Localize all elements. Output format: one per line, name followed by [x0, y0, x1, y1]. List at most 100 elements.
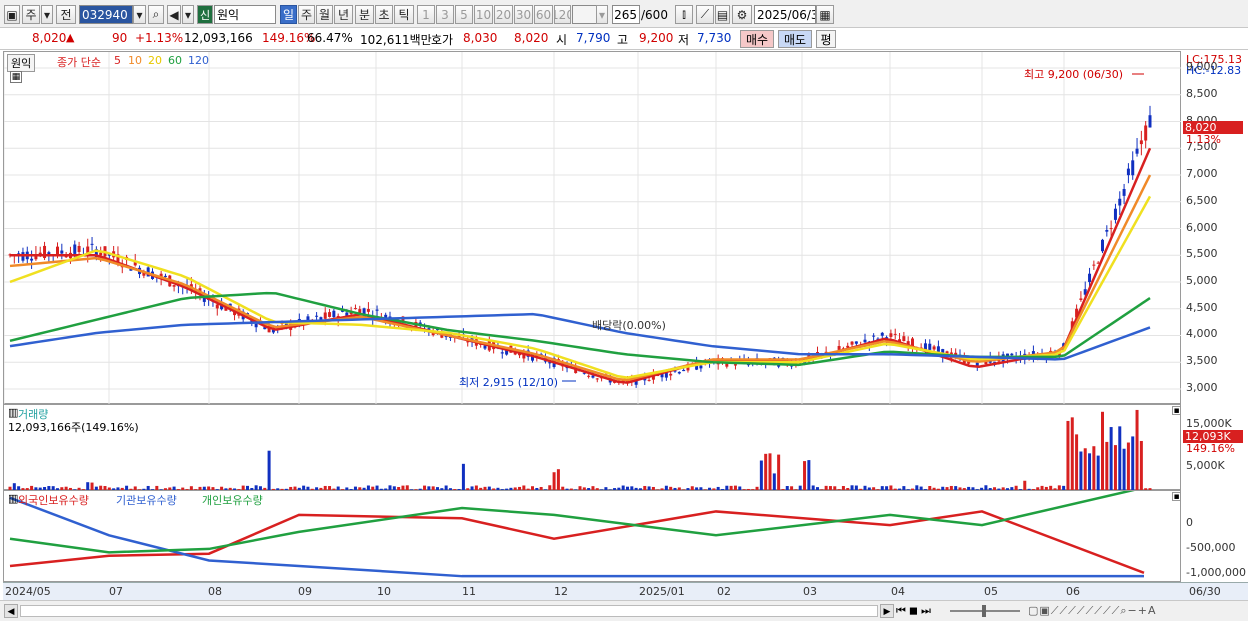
custom-period-input[interactable] [572, 5, 597, 24]
candle-body [215, 304, 219, 309]
date-input[interactable]: 2025/06/30 [754, 5, 816, 24]
price-change-pct: +1.13% [135, 31, 184, 45]
candle-type-icon[interactable]: ⫾ [675, 5, 693, 24]
prev-button[interactable]: 전 [56, 5, 76, 24]
individual-holdings-legend: 개인보유수량 [202, 494, 263, 507]
search-icon[interactable]: ⌕ [148, 5, 164, 24]
ask-price: 8,030 [463, 31, 498, 45]
candle-body [1135, 148, 1139, 154]
candle-body [854, 341, 858, 344]
scroll-left-icon[interactable]: ◀ [4, 604, 18, 618]
minute-30-button[interactable]: 30 [514, 5, 533, 24]
volume-bar [1079, 451, 1083, 491]
playback-controls[interactable]: ⏮◼⏭ [896, 604, 934, 618]
buy-button[interactable]: 매수 [740, 30, 774, 48]
holder-panel-marker: ▥ [8, 492, 19, 505]
scroll-right-icon[interactable]: ▶ [880, 604, 894, 618]
scroll-track[interactable] [20, 605, 878, 617]
price-tick-label: 8,500 [1186, 86, 1218, 100]
volume-bar [1088, 453, 1092, 491]
close-icon[interactable]: ▪ [1172, 406, 1181, 416]
stock-name-field[interactable]: 원익 [214, 5, 276, 24]
minute-5-button[interactable]: 5 [455, 5, 473, 24]
ma-legend-120: 120 [188, 54, 209, 67]
period-tab-week[interactable]: 주 [298, 5, 315, 24]
speaker-icon[interactable]: ◀ [167, 5, 181, 24]
x-label: 05 [984, 585, 998, 598]
candle-body [893, 333, 897, 335]
volume-bar [1139, 440, 1143, 491]
volume-bar [807, 460, 811, 491]
save-icon[interactable]: ▤ [715, 5, 730, 24]
volume-panel-marker: ▥ [8, 406, 19, 419]
candle-body [163, 275, 167, 277]
line-tool-icon[interactable]: ⟋ [696, 5, 714, 24]
candle-body [315, 315, 319, 317]
volume-bar [772, 473, 776, 491]
candle-body [77, 245, 81, 252]
calculator-icon[interactable]: ▦ [10, 71, 22, 83]
calendar-icon[interactable]: ▦ [816, 5, 834, 24]
candle-body [1148, 115, 1152, 128]
layout-icon[interactable]: ▣ [4, 5, 20, 24]
candle-body [1131, 160, 1135, 176]
candle-body [375, 309, 379, 311]
minute-1-button[interactable]: 1 [417, 5, 435, 24]
price-chart-panel[interactable]: 원익 종가 단순 5 10 20 60 120 ▦ 최고 9,200 (06/3… [3, 51, 1182, 405]
candle-body [595, 378, 599, 380]
candle-body [328, 312, 332, 317]
minute-3-button[interactable]: 3 [436, 5, 454, 24]
current-pct-tag: 1.13% [1186, 133, 1221, 146]
dividend-annotation: 배당락(0.00%) [592, 319, 666, 332]
new-badge: 신 [197, 5, 213, 24]
avg-button[interactable]: 평 [816, 30, 836, 48]
volume-y-axis: 15,000K 12,093K 149.16% 5,000K [1181, 404, 1248, 490]
period-tab-tick[interactable]: 틱 [394, 5, 414, 24]
candle-body [928, 343, 932, 350]
code-dropdown-icon[interactable]: ▾ [133, 5, 146, 24]
drawing-tools-icons[interactable]: ▢▣⟋⟋⟋⟋⟋⟋⟋⟋⌕−+A [1028, 604, 1157, 618]
high-price: 9,200 [639, 31, 674, 45]
candle-body [889, 333, 893, 337]
volume-bar [759, 460, 763, 491]
candle-body [1105, 230, 1109, 232]
holder-line-2 [9, 491, 1135, 554]
custom-period-dropdown-icon[interactable]: ▾ [596, 5, 608, 24]
period-tab-day[interactable]: 일 [280, 5, 297, 24]
period-tab-year[interactable]: 년 [334, 5, 353, 24]
volume-bar [1092, 446, 1096, 491]
candle-body [1088, 273, 1092, 283]
scroll-bar[interactable]: ◀ ▶ ⏮◼⏭ ▢▣⟋⟋⟋⟋⟋⟋⟋⟋⌕−+A [0, 600, 1248, 621]
volume-panel[interactable]: ▥ 거래량 12,093,166주(149.16%) ▪ [3, 404, 1181, 491]
minute-60-button[interactable]: 60 [534, 5, 553, 24]
zoom-slider-handle[interactable] [982, 605, 986, 617]
bar-count-input[interactable]: 265 [612, 5, 640, 24]
candle-body [353, 308, 357, 310]
period-tab-minute[interactable]: 분 [355, 5, 374, 24]
period-tab-second[interactable]: 초 [375, 5, 393, 24]
stock-code-input[interactable]: 032940 [79, 5, 133, 24]
code-prefix-button[interactable]: 주 [22, 5, 40, 24]
chevron-down-icon[interactable]: ▾ [41, 5, 53, 24]
period-tab-month[interactable]: 월 [316, 5, 333, 24]
gear-icon[interactable]: ⚙ [732, 5, 752, 24]
close-icon[interactable]: ▪ [1172, 492, 1181, 502]
minute-10-button[interactable]: 10 [474, 5, 493, 24]
candle-body [647, 379, 651, 381]
speaker-dropdown-icon[interactable]: ▾ [182, 5, 194, 24]
sell-button[interactable]: 매도 [778, 30, 812, 48]
high-annotation: 최고 9,200 (06/30) [1024, 68, 1124, 81]
minute-120-button[interactable]: 120 [554, 5, 571, 24]
candle-body [880, 332, 884, 336]
candle-body [1079, 298, 1083, 300]
low-annotation: 최저 2,915 (12/10) [459, 376, 559, 389]
minute-20-button[interactable]: 20 [494, 5, 513, 24]
candle-body [669, 373, 673, 376]
price-y-axis: LC:175.13 HC:-12.83 9,0008,5008,0007,500… [1181, 51, 1248, 404]
candle-body [677, 371, 681, 374]
candle-body [863, 339, 867, 343]
ma-line-120 [9, 312, 1151, 361]
bid-price: 8,020 [514, 31, 549, 45]
holder-panel[interactable]: ▥ 외국인보유수량 기관보유수량 개인보유수량 ▪ [3, 490, 1181, 582]
ma-legend-60: 60 [168, 54, 182, 67]
